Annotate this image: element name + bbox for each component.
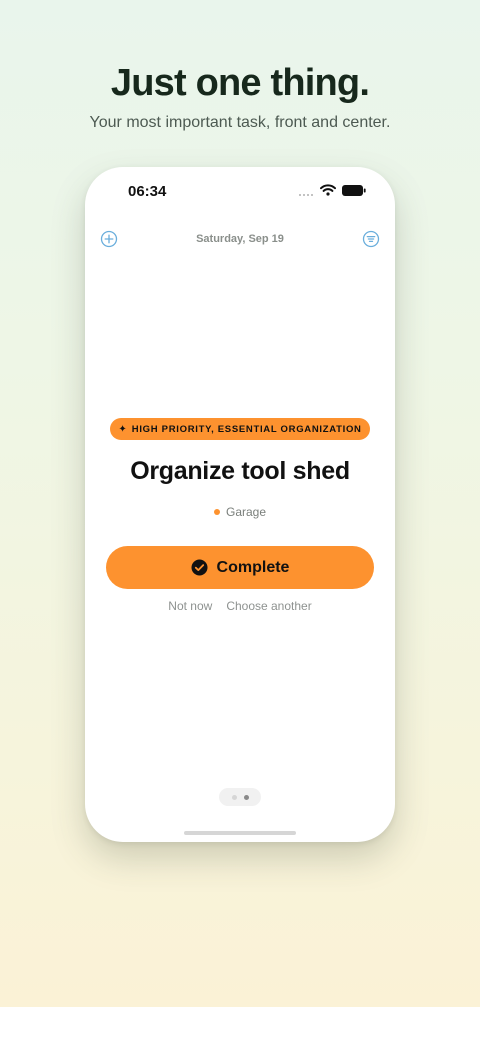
- page-dot-active[interactable]: [243, 794, 249, 800]
- headline: Just one thing.: [110, 62, 370, 104]
- filter-icon[interactable]: [362, 230, 380, 248]
- not-now-link[interactable]: Not now: [168, 599, 212, 613]
- complete-button-label: Complete: [216, 558, 290, 576]
- complete-button[interactable]: Complete: [106, 546, 374, 589]
- subheadline: Your most important task, front and cent…: [89, 114, 391, 131]
- task-category: Garage: [85, 505, 395, 519]
- signal-icon: [299, 194, 313, 196]
- category-label: Garage: [225, 505, 267, 519]
- priority-badge: ✦ HIGH PRIORITY, ESSENTIAL ORGANIZATION: [110, 418, 370, 440]
- priority-badge-label: HIGH PRIORITY, ESSENTIAL ORGANIZATION: [131, 423, 362, 435]
- wifi-icon: [320, 184, 336, 196]
- sparkle-icon: ✦: [118, 423, 127, 435]
- home-indicator[interactable]: [184, 831, 296, 835]
- page-dot[interactable]: [231, 794, 237, 800]
- date-label: Saturday, Sep 19: [196, 233, 284, 245]
- phone-frame: 06:34 Saturday, Sep 19 ✦ HIGH PRIORITY, …: [85, 167, 395, 842]
- status-bar-time: 06:34: [128, 183, 167, 200]
- page-indicator[interactable]: [219, 788, 261, 806]
- checkmark-circle-icon: [191, 559, 208, 576]
- choose-another-link[interactable]: Choose another: [226, 599, 311, 613]
- secondary-actions: Not now Choose another: [85, 599, 395, 613]
- category-dot-icon: [213, 509, 220, 515]
- battery-icon: [342, 185, 366, 196]
- task-title: Organize tool shed: [130, 457, 350, 485]
